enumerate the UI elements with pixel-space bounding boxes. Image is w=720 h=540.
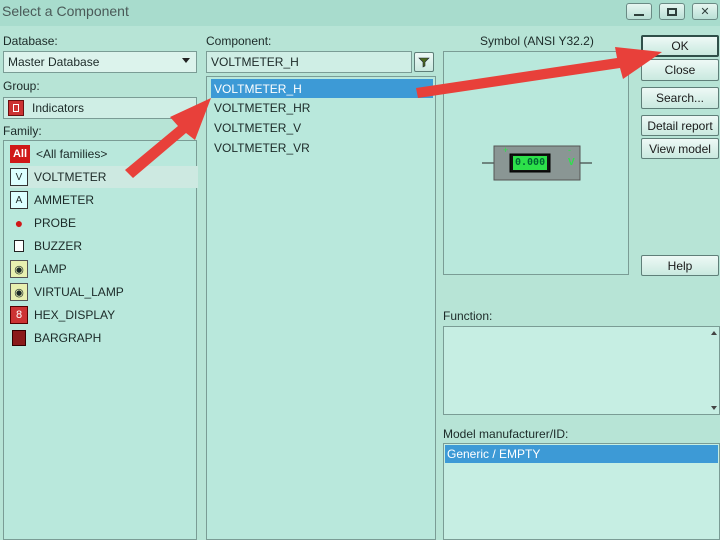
close-icon[interactable]: ✕ bbox=[692, 3, 718, 20]
group-select[interactable]: Indicators bbox=[3, 97, 197, 119]
indicators-icon bbox=[8, 100, 24, 116]
component-search-value: VOLTMETER_H bbox=[211, 55, 299, 69]
family-item-probe[interactable]: ● PROBE bbox=[10, 212, 198, 234]
component-item[interactable]: VOLTMETER_V bbox=[211, 118, 433, 137]
lamp-icon: ◉ bbox=[10, 260, 28, 278]
function-label: Function: bbox=[443, 309, 493, 323]
window-title: Select a Component bbox=[2, 3, 129, 19]
database-select[interactable]: Master Database bbox=[3, 51, 197, 73]
component-item[interactable]: VOLTMETER_HR bbox=[211, 98, 433, 117]
scroll-up-icon[interactable] bbox=[711, 331, 717, 335]
help-button[interactable]: Help bbox=[641, 255, 719, 276]
family-item-label: PROBE bbox=[34, 216, 77, 230]
family-item-label: VIRTUAL_LAMP bbox=[34, 285, 124, 299]
family-item-label: HEX_DISPLAY bbox=[34, 308, 116, 322]
family-item-label: LAMP bbox=[34, 262, 67, 276]
model-label: Model manufacturer/ID: bbox=[443, 427, 569, 441]
family-item-hex-display[interactable]: 8 HEX_DISPLAY bbox=[10, 304, 198, 326]
chevron-down-icon bbox=[182, 58, 190, 63]
family-item-label: BARGRAPH bbox=[34, 331, 102, 345]
family-item-label: <All families> bbox=[36, 147, 108, 161]
voltmeter-icon: V bbox=[10, 168, 28, 186]
maximize-icon[interactable] bbox=[659, 3, 685, 20]
meter-reading: 0.000 bbox=[515, 157, 546, 168]
family-list[interactable]: All <All families> V VOLTMETER A AMMETER… bbox=[3, 140, 198, 540]
family-item-label: VOLTMETER bbox=[34, 170, 107, 184]
close-button[interactable]: Close bbox=[641, 59, 719, 81]
minus-sign: - bbox=[568, 145, 571, 155]
family-item-all[interactable]: All <All families> bbox=[10, 143, 198, 165]
group-label: Group: bbox=[3, 79, 40, 93]
ok-button[interactable]: OK bbox=[641, 35, 719, 57]
component-label: Component: bbox=[206, 34, 272, 48]
family-item-label: BUZZER bbox=[34, 239, 82, 253]
model-list[interactable]: Generic / EMPTY bbox=[443, 443, 720, 540]
probe-icon: ● bbox=[14, 215, 24, 231]
close-glyph: ✕ bbox=[700, 6, 710, 18]
component-search-input[interactable]: VOLTMETER_H bbox=[206, 51, 412, 73]
meter-unit: V bbox=[568, 157, 575, 168]
function-textarea[interactable] bbox=[443, 326, 720, 415]
family-item-voltmeter[interactable]: V VOLTMETER bbox=[10, 166, 198, 188]
view-model-button[interactable]: View model bbox=[641, 138, 719, 159]
model-item[interactable]: Generic / EMPTY bbox=[445, 445, 718, 463]
virtual-lamp-icon: ◉ bbox=[10, 283, 28, 301]
family-item-ammeter[interactable]: A AMMETER bbox=[10, 189, 198, 211]
minimize-icon[interactable] bbox=[626, 3, 652, 20]
bargraph-icon bbox=[10, 329, 28, 347]
symbol-preview: 0.000 V + - bbox=[443, 51, 629, 275]
scroll-down-icon[interactable] bbox=[711, 406, 717, 410]
family-label: Family: bbox=[3, 124, 42, 138]
component-list[interactable]: VOLTMETER_H VOLTMETER_HR VOLTMETER_V VOL… bbox=[206, 76, 436, 540]
search-button[interactable]: Search... bbox=[641, 87, 719, 109]
family-item-buzzer[interactable]: BUZZER bbox=[10, 235, 198, 257]
database-value: Master Database bbox=[8, 55, 100, 69]
plus-sign: + bbox=[503, 145, 509, 155]
family-item-label: AMMETER bbox=[34, 193, 94, 207]
symbol-label: Symbol (ANSI Y32.2) bbox=[480, 34, 594, 48]
filter-icon[interactable] bbox=[414, 52, 434, 72]
all-families-icon: All bbox=[10, 145, 30, 163]
buzzer-icon bbox=[10, 237, 28, 255]
family-item-virtual-lamp[interactable]: ◉ VIRTUAL_LAMP bbox=[10, 281, 198, 303]
family-item-lamp[interactable]: ◉ LAMP bbox=[10, 258, 198, 280]
family-item-bargraph[interactable]: BARGRAPH bbox=[10, 327, 198, 349]
component-item[interactable]: VOLTMETER_VR bbox=[211, 138, 433, 157]
component-item[interactable]: VOLTMETER_H bbox=[211, 79, 433, 98]
group-value: Indicators bbox=[32, 101, 85, 115]
ammeter-icon: A bbox=[10, 191, 28, 209]
hex-display-icon: 8 bbox=[10, 306, 28, 324]
database-label: Database: bbox=[3, 34, 58, 48]
detail-report-button[interactable]: Detail report bbox=[641, 115, 719, 136]
